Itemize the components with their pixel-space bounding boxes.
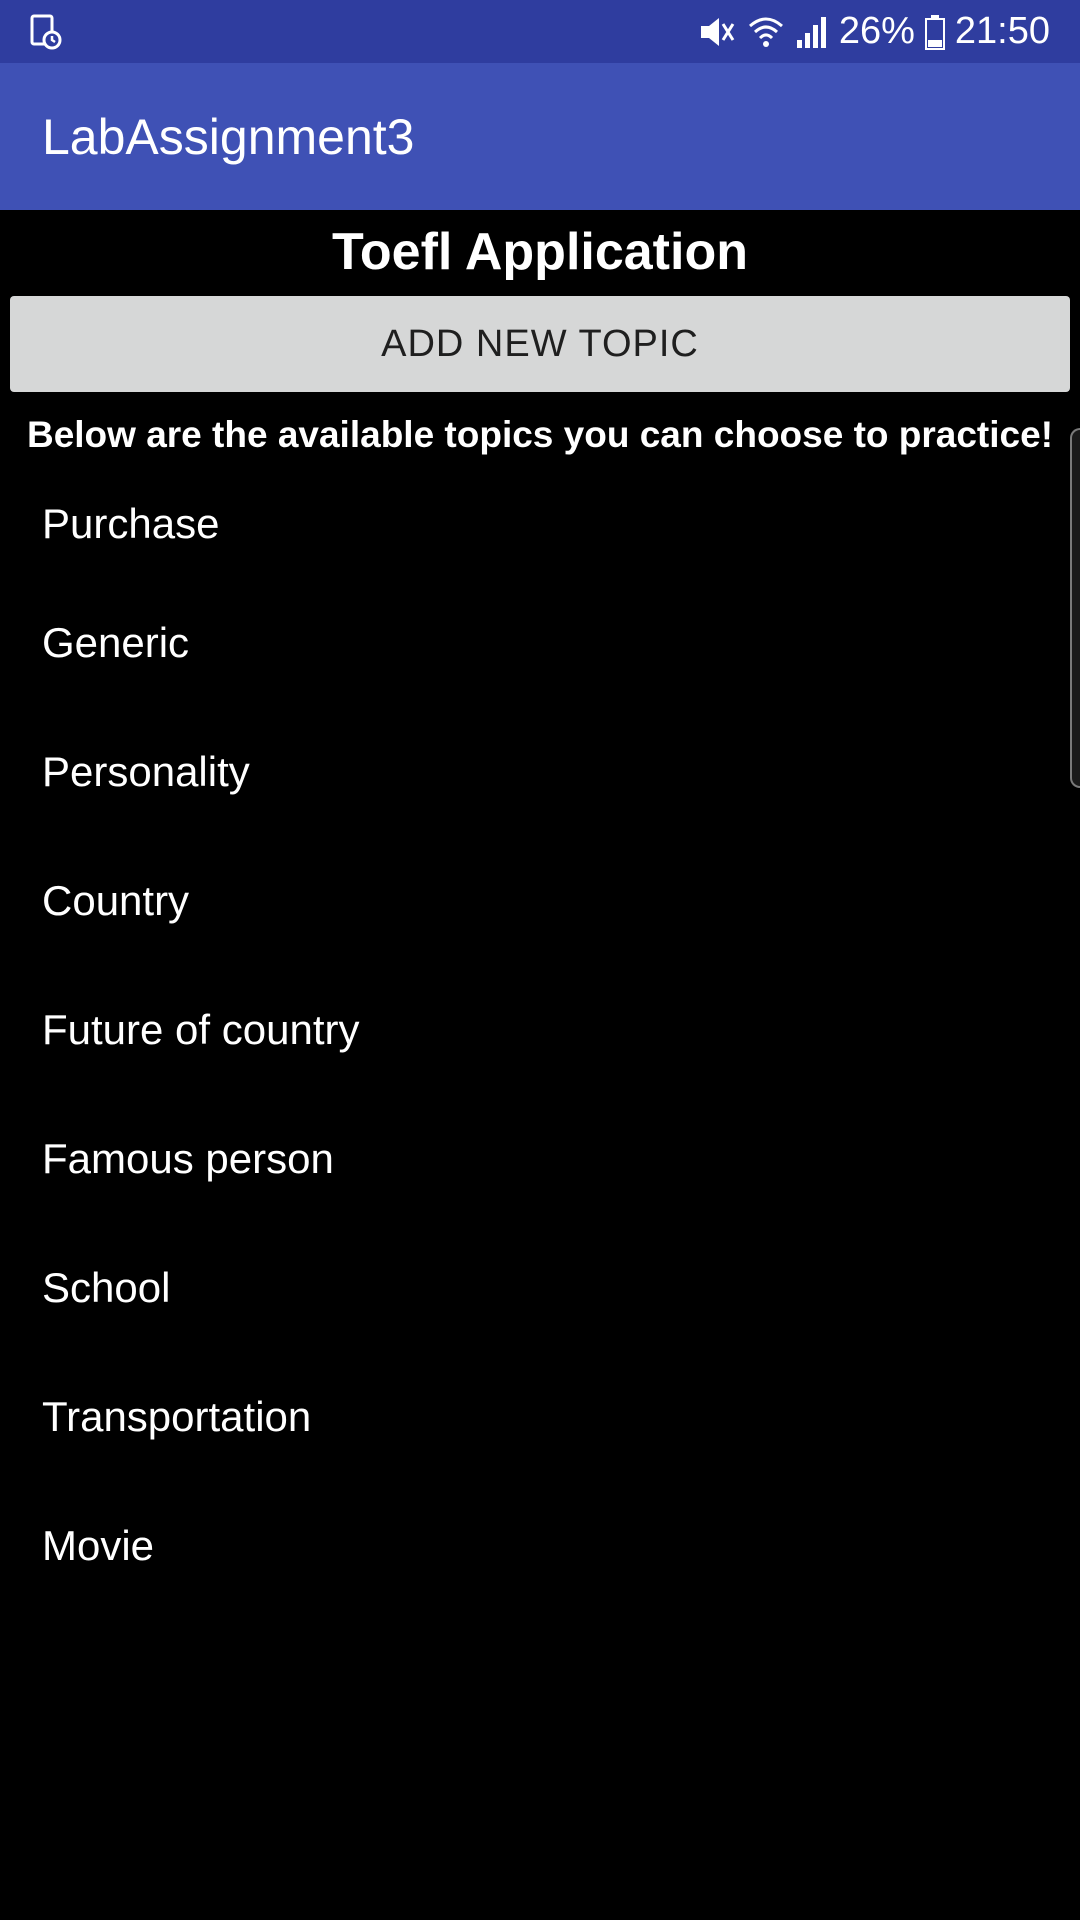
app-bar: LabAssignment3 bbox=[0, 63, 1080, 210]
status-icons: 26% 21:50 bbox=[697, 0, 1050, 63]
topic-list-item[interactable]: Generic bbox=[0, 578, 1080, 707]
app-screen: 26% 21:50 LabAssignment3 Toefl Applicati… bbox=[0, 0, 1080, 1920]
app-title: LabAssignment3 bbox=[42, 108, 415, 165]
mute-icon bbox=[697, 14, 737, 50]
topic-list-item[interactable]: Transportation bbox=[0, 1352, 1080, 1481]
edge-scroll-handle[interactable] bbox=[1070, 428, 1080, 788]
topic-list-item[interactable]: Country bbox=[0, 836, 1080, 965]
screenshot-notification-icon bbox=[30, 14, 62, 50]
add-new-topic-button[interactable]: ADD NEW TOPIC bbox=[10, 296, 1070, 392]
page-heading: Toefl Application bbox=[332, 223, 748, 281]
topic-list-item[interactable]: Purchase bbox=[0, 470, 1080, 578]
topic-list-item[interactable]: School bbox=[0, 1223, 1080, 1352]
wifi-icon bbox=[747, 14, 785, 50]
topic-list-item[interactable]: Famous person bbox=[0, 1094, 1080, 1223]
status-bar: 26% 21:50 bbox=[0, 0, 1080, 63]
topic-list-item[interactable]: Personality bbox=[0, 707, 1080, 836]
topic-list-item[interactable]: Movie bbox=[0, 1481, 1080, 1610]
topic-list: Purchase Generic Personality Country Fut… bbox=[0, 470, 1080, 1610]
topics-instruction: Below are the available topics you can c… bbox=[26, 414, 1054, 455]
battery-icon bbox=[924, 14, 945, 50]
battery-percent: 26% bbox=[838, 10, 915, 52]
clock: 21:50 bbox=[954, 10, 1050, 52]
topic-list-item[interactable]: Future of country bbox=[0, 965, 1080, 1094]
signal-icon bbox=[795, 14, 829, 50]
